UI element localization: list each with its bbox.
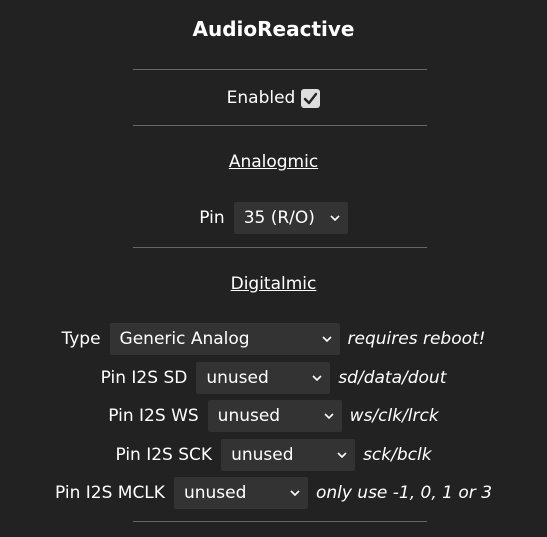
pin-i2s-ws-note: ws/clk/lrck [349, 406, 439, 426]
type-row: Type Generic Analog requires reboot! [0, 323, 547, 355]
enabled-row: Enabled [0, 84, 547, 112]
pin-i2s-sd-value: unused [206, 368, 269, 388]
page-title: AudioReactive [192, 17, 355, 41]
type-select[interactable]: Generic Analog [109, 323, 340, 355]
digital-section-heading-row: Digitalmic [0, 271, 547, 297]
enabled-label: Enabled [226, 88, 296, 108]
chevron-down-icon [330, 215, 340, 221]
analog-pin-label: Pin [199, 208, 225, 228]
pin-i2s-mclk-select[interactable]: unused [173, 477, 308, 509]
analog-section-heading: Analogmic [228, 152, 319, 172]
pin-i2s-ws-value: unused [217, 406, 281, 426]
divider [133, 125, 427, 126]
analog-pin-row: Pin 35 (R/O) [0, 202, 547, 234]
chevron-down-icon [337, 452, 347, 458]
chevron-down-icon [324, 413, 334, 419]
pin-i2s-mclk-note: only use -1, 0, 1 or 3 [315, 483, 493, 503]
pin-i2s-ws-select[interactable]: unused [207, 400, 342, 432]
pin-i2s-sck-value: unused [231, 445, 294, 465]
divider [133, 521, 427, 522]
chevron-down-icon [290, 490, 300, 496]
divider [133, 69, 427, 70]
enabled-checkbox[interactable] [301, 88, 321, 108]
chevron-down-icon [312, 375, 322, 381]
pin-i2s-sck-row: Pin I2S SCK unused sck/bclk [0, 439, 547, 471]
analog-pin-value: 35 (R/O) [243, 208, 315, 228]
pin-i2s-ws-row: Pin I2S WS unused ws/clk/lrck [0, 400, 547, 432]
pin-i2s-sd-select[interactable]: unused [196, 362, 331, 394]
pin-i2s-sd-row: Pin I2S SD unused sd/data/dout [0, 362, 547, 394]
pin-i2s-sd-note: sd/data/dout [338, 368, 447, 388]
digital-section-heading: Digitalmic [230, 274, 317, 294]
pin-i2s-mclk-row: Pin I2S MCLK unused only use -1, 0, 1 or… [0, 477, 547, 509]
analog-section-heading-row: Analogmic [0, 149, 547, 175]
pin-i2s-sck-select[interactable]: unused [221, 439, 356, 471]
divider [133, 247, 427, 248]
chevron-down-icon [321, 336, 332, 342]
pin-i2s-sck-label: Pin I2S SCK [115, 445, 213, 465]
type-value: Generic Analog [119, 329, 250, 349]
pin-i2s-ws-label: Pin I2S WS [108, 406, 199, 426]
type-note: requires reboot! [347, 329, 486, 349]
pin-i2s-sd-label: Pin I2S SD [100, 368, 188, 388]
analog-pin-select[interactable]: 35 (R/O) [233, 202, 348, 234]
pin-i2s-mclk-label: Pin I2S MCLK [54, 483, 165, 503]
pin-i2s-sck-note: sck/bclk [363, 445, 432, 465]
type-label: Type [61, 329, 101, 349]
checkmark-icon [304, 92, 318, 104]
audioreactive-settings-panel: AudioReactive Enabled Analogmic Pin 35 (… [0, 0, 547, 537]
pin-i2s-mclk-value: unused [183, 483, 247, 503]
